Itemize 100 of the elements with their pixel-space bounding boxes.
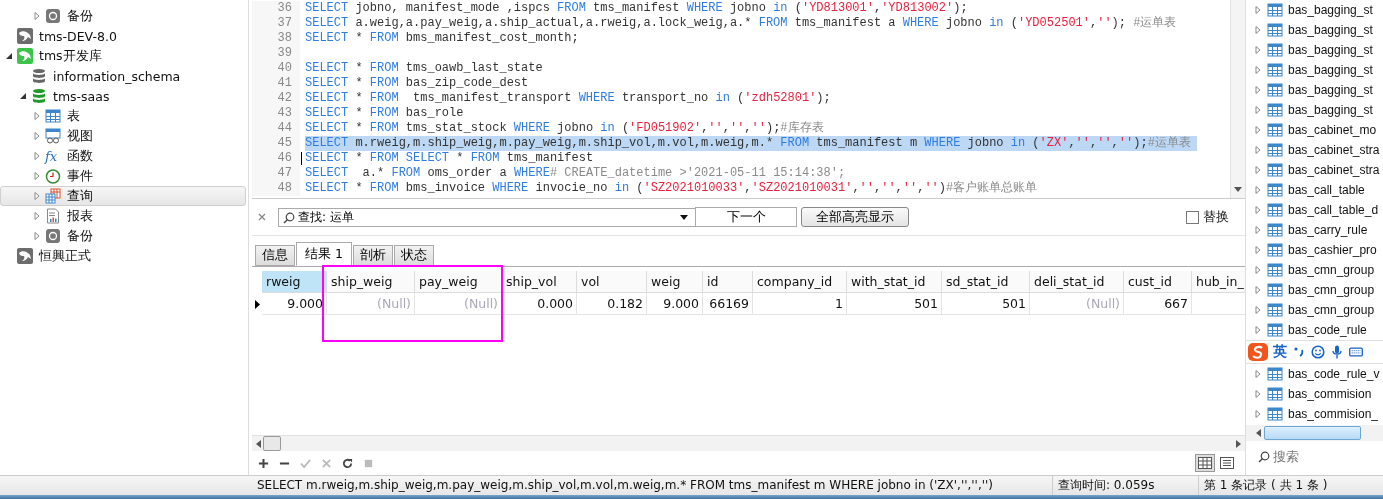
column-header[interactable]: deli_stat_id	[1030, 271, 1124, 293]
collapse-arrow-icon[interactable]	[5, 52, 13, 60]
table-name[interactable]: bas_code_rule_v	[1288, 367, 1380, 381]
expand-arrow-icon[interactable]	[1254, 246, 1262, 254]
expand-arrow-icon[interactable]	[1254, 390, 1262, 398]
table-name[interactable]: bas_carry_rule	[1288, 223, 1368, 237]
result-tab[interactable]: 剖析	[352, 245, 393, 266]
dropdown-caret-icon[interactable]	[680, 214, 688, 220]
highlight-all-button[interactable]: 全部高亮显示	[801, 207, 909, 227]
expand-arrow-icon[interactable]	[33, 172, 41, 180]
horizontal-scrollbar[interactable]	[1246, 425, 1383, 441]
smiley-icon[interactable]	[1311, 345, 1325, 359]
tree-item-label[interactable]: 函数	[65, 147, 93, 165]
keyboard-icon[interactable]	[1349, 345, 1363, 359]
tree-item-label[interactable]: 备份	[65, 7, 93, 25]
table-name[interactable]: bas_code_rule	[1288, 323, 1367, 337]
expand-arrow-icon[interactable]	[1254, 286, 1262, 294]
table-name[interactable]: bas_bagging_st	[1288, 3, 1373, 17]
column-header[interactable]: weig	[647, 271, 703, 293]
form-view-button[interactable]	[1217, 454, 1237, 472]
punctuation-icon[interactable]	[1292, 345, 1306, 359]
column-header[interactable]: vol	[577, 271, 647, 293]
tree-item-label[interactable]: 事件	[65, 167, 93, 185]
table-name[interactable]: bas_bagging_st	[1288, 43, 1373, 57]
column-header[interactable]: hub_in_	[1192, 271, 1245, 293]
table-name[interactable]: bas_commision_	[1288, 407, 1379, 421]
scroll-right-arrow-icon[interactable]	[1236, 439, 1241, 448]
table-name[interactable]: bas_call_table	[1288, 183, 1365, 197]
expand-arrow-icon[interactable]	[33, 132, 41, 140]
tree-item-label[interactable]: 查询	[65, 187, 93, 205]
expand-arrow-icon[interactable]	[1254, 126, 1262, 134]
close-icon[interactable]	[321, 457, 332, 469]
column-header[interactable]: rweig	[262, 271, 327, 293]
result-tab[interactable]: 结果 1	[296, 242, 352, 266]
expand-arrow-icon[interactable]	[1254, 326, 1262, 334]
connection-label[interactable]: tms-DEV-8.0	[37, 28, 117, 44]
result-tab[interactable]: 状态	[393, 245, 434, 266]
add-icon[interactable]	[258, 457, 269, 469]
column-header[interactable]: cust_id	[1124, 271, 1192, 293]
scroll-left-arrow-icon[interactable]	[256, 439, 261, 448]
find-next-button[interactable]: 下一个	[695, 207, 797, 227]
scroll-left-arrow-icon[interactable]	[1256, 429, 1261, 437]
table-name[interactable]: bas_bagging_st	[1288, 63, 1373, 77]
expand-arrow-icon[interactable]	[33, 232, 41, 240]
microphone-icon[interactable]	[1330, 345, 1344, 359]
column-header[interactable]: id	[703, 271, 753, 293]
tree-item-label[interactable]: 报表	[65, 207, 93, 225]
database-label[interactable]: tms-saas	[51, 88, 110, 104]
expand-arrow-icon[interactable]	[1254, 26, 1262, 34]
database-label[interactable]: information_schema	[51, 68, 181, 84]
replace-checkbox[interactable]	[1186, 210, 1199, 224]
table-name[interactable]: bas_cmn_group	[1288, 263, 1375, 277]
table-name[interactable]: bas_cashier_pro	[1288, 243, 1377, 257]
tree-item-label[interactable]: 备份	[65, 227, 93, 245]
expand-arrow-icon[interactable]	[33, 192, 41, 200]
expand-arrow-icon[interactable]	[33, 152, 41, 160]
expand-arrow-icon[interactable]	[1254, 306, 1262, 314]
expand-arrow-icon[interactable]	[1254, 266, 1262, 274]
table-name[interactable]: bas_cmn_group	[1288, 303, 1375, 317]
scrollbar-thumb[interactable]	[263, 436, 281, 451]
expand-arrow-icon[interactable]	[1254, 106, 1262, 114]
table-name[interactable]: bas_call_table_d	[1288, 203, 1379, 217]
grid-view-button[interactable]	[1195, 454, 1215, 472]
table-name[interactable]: bas_cabinet_stra	[1288, 143, 1380, 157]
scroll-down-arrow-icon[interactable]	[1234, 187, 1242, 192]
connection-label[interactable]: 恒興正式	[37, 247, 91, 265]
column-header[interactable]: with_stat_id	[847, 271, 942, 293]
search-field[interactable]: 查找: 运单	[278, 207, 696, 227]
refresh-icon[interactable]	[342, 457, 353, 469]
scrollbar-thumb[interactable]	[1264, 426, 1361, 440]
collapse-arrow-icon[interactable]	[19, 92, 27, 100]
expand-arrow-icon[interactable]	[33, 212, 41, 220]
expand-arrow-icon[interactable]	[1254, 66, 1262, 74]
expand-arrow-icon[interactable]	[1254, 46, 1262, 54]
table-name[interactable]: bas_commision	[1288, 387, 1372, 401]
stop-icon[interactable]	[363, 457, 374, 469]
expand-arrow-icon[interactable]	[1254, 226, 1262, 234]
expand-arrow-icon[interactable]	[1254, 370, 1262, 378]
check-icon[interactable]	[300, 457, 311, 469]
table-name[interactable]: bas_bagging_st	[1288, 103, 1373, 117]
column-header[interactable]: sd_stat_id	[942, 271, 1030, 293]
ime-logo-icon[interactable]	[1248, 343, 1268, 361]
expand-arrow-icon[interactable]	[1254, 186, 1262, 194]
tree-item-label[interactable]: 视图	[65, 127, 93, 145]
column-header[interactable]: ship_weig	[327, 271, 415, 293]
table-name[interactable]: bas_cabinet_stra	[1288, 163, 1380, 177]
table-name[interactable]: bas_cmn_group	[1288, 283, 1375, 297]
close-icon[interactable]	[258, 213, 266, 221]
expand-arrow-icon[interactable]	[1254, 6, 1262, 14]
expand-arrow-icon[interactable]	[1254, 206, 1262, 214]
expand-arrow-icon[interactable]	[1254, 166, 1262, 174]
expand-arrow-icon[interactable]	[1254, 410, 1262, 418]
column-header[interactable]: company_id	[753, 271, 847, 293]
vertical-scrollbar[interactable]	[1230, 0, 1245, 198]
result-tab[interactable]: 信息	[255, 245, 295, 266]
expand-arrow-icon[interactable]	[1254, 86, 1262, 94]
column-header[interactable]: ship_vol	[502, 271, 577, 293]
tree-item-label[interactable]: 表	[65, 107, 80, 125]
column-header[interactable]: pay_weig	[415, 271, 502, 293]
expand-arrow-icon[interactable]	[33, 112, 41, 120]
